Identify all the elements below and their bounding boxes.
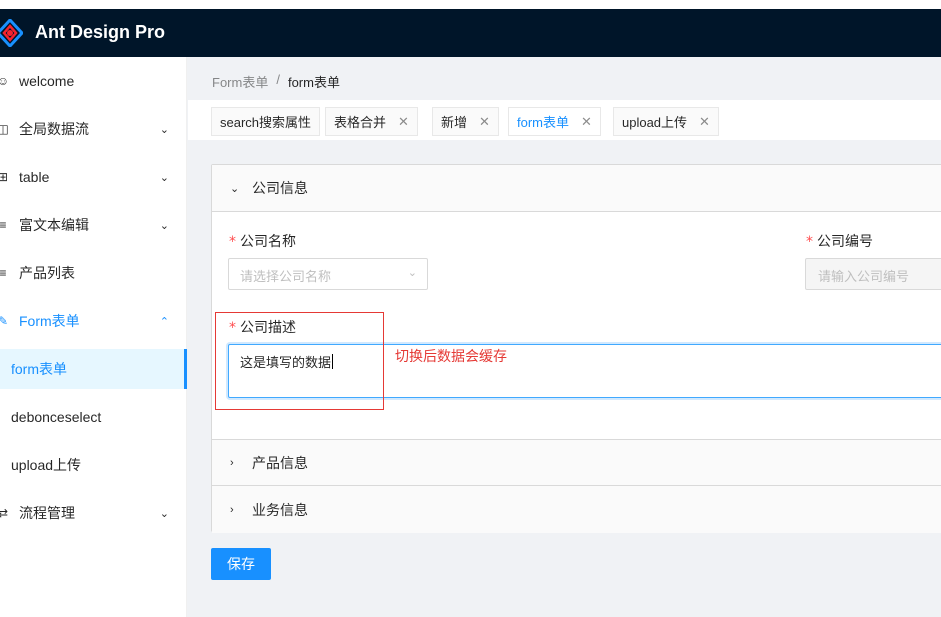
section-product-info-header[interactable]: › 产品信息: [212, 439, 941, 486]
close-icon[interactable]: ✕: [479, 114, 490, 130]
edit-icon: ≡: [0, 218, 7, 232]
ant-design-logo-icon[interactable]: [0, 19, 23, 47]
sidebar-item-label: 流程管理: [19, 505, 75, 521]
chevron-down-icon: ⌄: [230, 182, 240, 195]
sidebar-item-table[interactable]: ⊞ table ⌄: [0, 157, 187, 197]
sidebar-item-flow-management[interactable]: ⇄ 流程管理 ⌄: [0, 493, 187, 533]
chevron-right-icon: ›: [230, 503, 234, 516]
close-icon[interactable]: ✕: [398, 114, 409, 130]
close-icon[interactable]: ✕: [581, 114, 592, 130]
sidebar-item-label: 全局数据流: [19, 121, 89, 137]
chevron-down-icon: ⌄: [159, 123, 169, 136]
tab-label: form表单: [517, 115, 570, 130]
section-title: 产品信息: [252, 454, 308, 471]
tab-upload[interactable]: upload上传 ✕: [613, 107, 719, 136]
table-icon: ⊞: [0, 170, 9, 184]
chevron-down-icon: ⌄: [159, 171, 169, 184]
company-code-label: * 公司编号: [806, 233, 873, 250]
sidebar-item-upload[interactable]: upload上传: [0, 445, 187, 485]
breadcrumb-current: form表单: [287, 75, 340, 90]
dashboard-icon: ◫: [0, 122, 9, 136]
sidebar-item-welcome[interactable]: ☺ welcome: [0, 61, 187, 101]
flow-icon: ⇄: [0, 506, 9, 520]
section-company-info-header[interactable]: ⌄ 公司信息: [212, 165, 941, 212]
app-header: Ant Design Pro: [0, 9, 941, 57]
required-mark: *: [806, 234, 813, 250]
breadcrumb-parent[interactable]: Form表单: [212, 72, 268, 91]
chevron-down-icon: ⌄: [159, 219, 169, 232]
sidebar-item-label: 富文本编辑: [19, 217, 89, 233]
chevron-right-icon: ›: [230, 456, 234, 469]
breadcrumb-separator: /: [276, 72, 280, 87]
section-business-info-header[interactable]: › 业务信息: [212, 486, 941, 533]
sidebar-item-label: debonceselect: [11, 409, 102, 425]
tab-table-merge[interactable]: 表格合并 ✕: [325, 107, 418, 136]
tabs-bar: search搜索属性 表格合并 ✕ 新增 ✕ form表单 ✕ upload上传…: [188, 100, 941, 140]
tab-label: search搜索属性: [220, 115, 312, 130]
required-mark: *: [229, 234, 236, 250]
sidebar-item-form[interactable]: ✎ Form表单 ⌃: [0, 301, 187, 341]
sidebar-item-product-list[interactable]: ≡ 产品列表: [0, 253, 187, 293]
top-strip: [0, 0, 941, 9]
tab-search[interactable]: search搜索属性: [211, 107, 321, 136]
sidebar-item-label: welcome: [19, 73, 75, 89]
breadcrumb: Form表单 / form表单: [212, 72, 340, 91]
section-title: 业务信息: [252, 501, 308, 518]
sidebar-item-label: table: [19, 169, 50, 185]
chevron-up-icon: ⌃: [159, 315, 169, 328]
smile-icon: ☺: [0, 74, 10, 88]
form-icon: ✎: [0, 314, 9, 328]
list-icon: ≡: [0, 266, 7, 280]
sidebar-item-label: 产品列表: [19, 265, 75, 281]
save-button[interactable]: 保存: [211, 548, 271, 580]
input-placeholder: 请输入公司编号: [818, 269, 910, 284]
select-placeholder: 请选择公司名称: [240, 269, 332, 284]
sidebar-item-debonceselect[interactable]: debonceselect: [0, 397, 187, 437]
chevron-down-icon: ⌄: [407, 267, 417, 279]
sidebar-item-label: Form表单: [19, 313, 80, 329]
sidebar-item-label: form表单: [11, 361, 67, 377]
tab-label: 表格合并: [334, 115, 387, 130]
company-code-input[interactable]: 请输入公司编号: [805, 258, 941, 290]
chevron-down-icon: ⌄: [159, 507, 169, 520]
close-icon[interactable]: ✕: [699, 114, 710, 130]
annotation-highlight-box: [215, 312, 384, 410]
tab-add[interactable]: 新增 ✕: [432, 107, 499, 136]
tab-label: 新增: [441, 115, 468, 130]
section-title: 公司信息: [252, 180, 308, 196]
company-name-select[interactable]: 请选择公司名称 ⌄: [228, 258, 428, 290]
sidebar-item-rich-text[interactable]: ≡ 富文本编辑 ⌄: [0, 205, 187, 245]
tab-label: upload上传: [622, 115, 688, 130]
sidebar: ☺ welcome ◫ 全局数据流 ⌄ ⊞ table ⌄ ≡ 富文本编辑 ⌄ …: [0, 57, 187, 617]
app-title[interactable]: Ant Design Pro: [35, 22, 165, 43]
sidebar-item-global-dataflow[interactable]: ◫ 全局数据流 ⌄: [0, 109, 187, 149]
sidebar-item-label: upload上传: [11, 457, 82, 473]
company-name-label: * 公司名称: [229, 233, 296, 250]
annotation-text: 切换后数据会缓存: [395, 348, 507, 364]
tab-form[interactable]: form表单 ✕: [508, 107, 601, 136]
sidebar-item-form-form[interactable]: form表单: [0, 349, 187, 389]
